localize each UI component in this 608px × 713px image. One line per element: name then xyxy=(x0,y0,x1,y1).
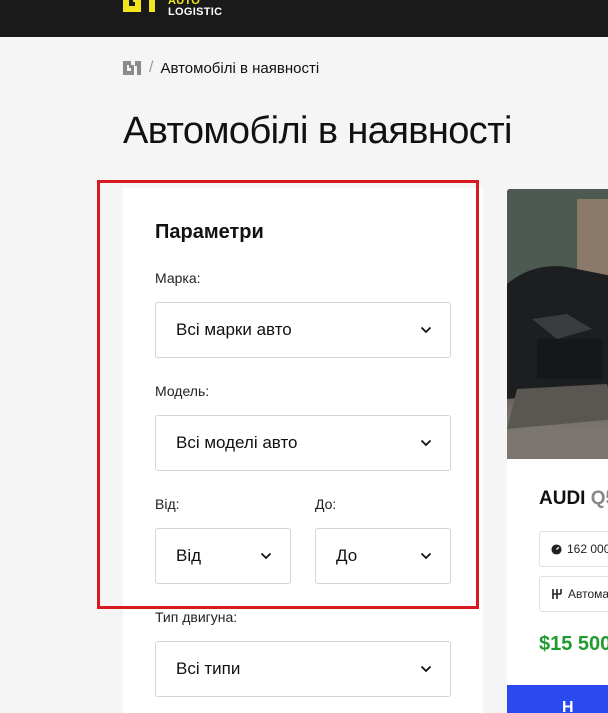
chevron-down-icon xyxy=(420,439,432,447)
mileage-value: 162 000 xyxy=(567,542,608,556)
transmission-value: Автома xyxy=(568,587,608,601)
car-card[interactable]: AUDI Q5 162 000 Автома $15 500 Н xyxy=(507,189,608,713)
year-to-label: До: xyxy=(315,496,337,512)
chevron-down-icon xyxy=(420,326,432,334)
breadcrumb-current: Автомобілі в наявності xyxy=(160,59,320,77)
year-from-label: Від: xyxy=(155,496,180,512)
car-price: $15 500 xyxy=(539,633,608,655)
chevron-down-icon xyxy=(420,552,432,560)
year-from-value: Від xyxy=(176,546,202,565)
make-select-value: Всі марки авто xyxy=(176,320,292,339)
logo-line-2: LOGISTIC xyxy=(168,6,223,18)
filter-panel-title: Параметри xyxy=(155,221,264,243)
make-label: Марка: xyxy=(155,270,201,286)
car-photo-illustration xyxy=(507,189,608,459)
car-details-button[interactable]: Н xyxy=(507,685,608,713)
engine-type-select[interactable]: Всі типи xyxy=(155,641,451,697)
year-from-select[interactable]: Від xyxy=(155,528,291,584)
model-select[interactable]: Всі моделі авто xyxy=(155,415,451,471)
breadcrumb-separator: / xyxy=(149,59,154,76)
page-title: Автомобілі в наявності xyxy=(123,110,512,152)
year-to-select[interactable]: До xyxy=(315,528,451,584)
car-model: Q5 xyxy=(590,488,608,509)
filter-panel: Параметри Марка: Всі марки авто Модель: … xyxy=(123,188,483,713)
mileage-badge: 162 000 xyxy=(539,531,608,567)
year-to-value: До xyxy=(336,546,358,565)
car-make: AUDI xyxy=(539,488,586,509)
car-title[interactable]: AUDI Q5 xyxy=(539,488,608,510)
gearbox-icon xyxy=(552,589,562,599)
breadcrumb: / Автомобілі в наявності xyxy=(122,58,319,78)
car-photo[interactable] xyxy=(507,189,608,459)
speedometer-icon xyxy=(551,543,562,555)
engine-type-label: Тип двигуна: xyxy=(155,609,238,625)
chevron-down-icon xyxy=(420,665,432,673)
make-select[interactable]: Всі марки авто xyxy=(155,302,451,358)
chevron-down-icon xyxy=(260,552,272,560)
logo-icon[interactable] xyxy=(121,0,157,16)
logo-home-icon[interactable] xyxy=(122,60,142,76)
transmission-badge: Автома xyxy=(539,576,608,612)
logo-text: AUTO LOGISTIC xyxy=(168,0,223,18)
model-label: Модель: xyxy=(155,383,210,399)
top-navbar: AUTO LOGISTIC xyxy=(0,0,608,37)
model-select-value: Всі моделі авто xyxy=(176,433,298,452)
engine-type-value: Всі типи xyxy=(176,659,241,678)
